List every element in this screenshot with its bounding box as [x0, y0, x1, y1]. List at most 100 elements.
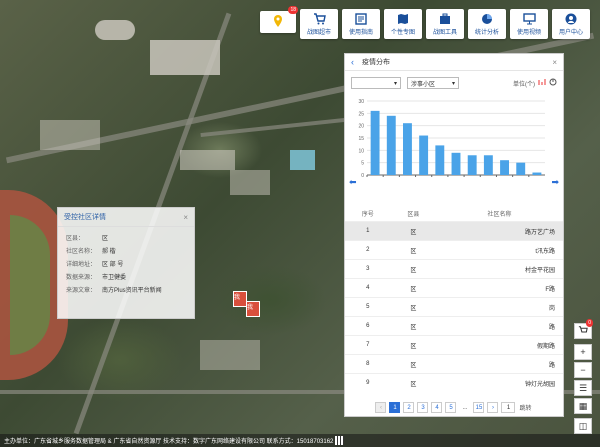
back-icon[interactable]: ‹: [351, 57, 354, 67]
cart-icon: [312, 12, 326, 25]
page-button[interactable]: 2: [403, 402, 415, 413]
toolbox-icon: [438, 13, 452, 25]
chart-bar[interactable]: [532, 172, 542, 175]
detail-value: 郝 楷: [102, 249, 116, 255]
arrow-left-icon[interactable]: ⬅: [349, 177, 357, 188]
chart-bar[interactable]: [483, 155, 493, 175]
page-jump-input[interactable]: 1: [501, 402, 516, 413]
table-row[interactable]: 6区路: [345, 316, 563, 336]
table-cell: 钟灯光胡园: [436, 373, 563, 392]
chart-bar[interactable]: [419, 135, 429, 175]
page-button[interactable]: 3: [417, 402, 429, 413]
pie-chart-icon[interactable]: [549, 78, 557, 88]
cart-badge: 0: [586, 319, 593, 327]
detail-row: 区县： 区: [58, 233, 194, 246]
toolbar-item-label: 战图工具: [432, 29, 457, 36]
table-cell: 路: [436, 354, 563, 374]
location-pin-icon: [271, 14, 285, 30]
toolbar-item-user[interactable]: 用户中心: [552, 9, 590, 39]
chevron-down-icon: ▾: [451, 80, 455, 87]
column-header: 社区名称: [487, 211, 512, 218]
prev-page-button[interactable]: ‹: [375, 402, 387, 413]
cart-button[interactable]: 0: [574, 319, 593, 339]
marker-label: 我: [234, 295, 241, 301]
type-select[interactable]: 涉事小区 ▾: [407, 77, 459, 89]
table-cell: 7: [345, 335, 391, 355]
table-cell: 路: [436, 316, 563, 336]
y-tick-label: 25: [358, 111, 364, 117]
map-building: [290, 150, 315, 170]
toolbar-item-statistics[interactable]: 统计分析: [468, 9, 506, 39]
toolbar-item-market[interactable]: 战图超市: [300, 9, 338, 39]
toolbar-item-custom-map[interactable]: 个性专图: [384, 9, 422, 39]
notification-badge: 18: [288, 6, 298, 14]
page-button[interactable]: 4: [431, 402, 443, 413]
bar-chart-icon[interactable]: [538, 78, 546, 88]
table-row[interactable]: 9 区钟灯光胡园: [345, 373, 563, 392]
table-row[interactable]: 4 区 F路: [345, 278, 563, 298]
toolbox-button[interactable]: ◫: [574, 418, 592, 434]
column-header: 序号: [361, 211, 374, 218]
table-cell: 9: [345, 373, 391, 392]
chart-bar[interactable]: [451, 152, 461, 175]
table-cell: 区: [390, 240, 437, 260]
table-row[interactable]: 8区路: [345, 354, 563, 374]
table-cell: 6: [345, 316, 391, 336]
toolbar-item-label: 使用视频: [516, 29, 541, 36]
close-icon[interactable]: ×: [183, 213, 188, 222]
chart-bar[interactable]: [403, 123, 412, 175]
chart-bar[interactable]: [435, 145, 445, 175]
map-building: [230, 170, 270, 195]
table-row[interactable]: 1 区路万艺广场: [345, 221, 563, 241]
toolbar-item-label: 用户中心: [558, 29, 583, 36]
location-button[interactable]: 18: [260, 6, 298, 33]
map-marker[interactable]: 我: [246, 301, 260, 317]
table-cell: 假期路: [436, 335, 563, 355]
toolbar-item-video[interactable]: 使用视频: [510, 9, 548, 39]
toolbox-icon: ◫: [578, 420, 588, 431]
toolbar-item-tools[interactable]: 战图工具: [426, 9, 464, 39]
detail-value: 南方Plus资讯平台新闻: [102, 288, 162, 294]
table-cell: 区: [390, 335, 437, 355]
table-row[interactable]: 5区岗: [345, 297, 563, 317]
qr-code-icon[interactable]: [335, 436, 345, 445]
chart-bar[interactable]: [500, 160, 509, 175]
chart-bar[interactable]: [467, 155, 477, 175]
arrow-right-icon[interactable]: ➡: [551, 177, 559, 188]
table-cell: 区: [390, 259, 437, 279]
community-table: 序号 区县 社区名称 1 区路万艺广场 2 区 t汛东路 3 区村金平花园 4 区 F路 5 区岗 6 区…: [345, 205, 563, 392]
table-row[interactable]: 2 区 t汛东路: [345, 240, 563, 260]
chart-bar[interactable]: [516, 162, 526, 175]
zoom-in-button[interactable]: +: [574, 344, 592, 360]
table-row[interactable]: 7 区假期路: [345, 335, 563, 355]
next-page-button[interactable]: ›: [487, 402, 499, 413]
panel-header: ‹ 疫情分布 ×: [345, 54, 563, 71]
unit-label: 单位(个): [513, 81, 535, 88]
basemap-button[interactable]: ▦: [574, 398, 592, 414]
toolbar-item-guide[interactable]: 使用指南: [342, 9, 380, 39]
table-cell: 8: [345, 354, 391, 374]
table-cell: 岗: [436, 297, 563, 317]
table-cell: 1: [345, 221, 391, 241]
bar-chart-svg: 0 5 10 15 20 25 30: [358, 99, 545, 179]
page-jump-button[interactable]: 跳转: [518, 402, 532, 413]
panel-title: 疫情分布: [362, 59, 390, 66]
page-button[interactable]: 5: [445, 402, 457, 413]
zoom-out-button[interactable]: −: [574, 362, 592, 378]
table-cell: 路万艺广场: [436, 221, 563, 241]
map-building: [95, 20, 135, 40]
page-button[interactable]: 15: [473, 402, 485, 413]
detail-key: 社区名称：: [66, 249, 97, 255]
close-icon[interactable]: ×: [552, 58, 557, 67]
layers-button[interactable]: ☰: [574, 380, 592, 396]
district-select[interactable]: ▾: [351, 77, 401, 89]
map-marker[interactable]: 我: [233, 291, 247, 307]
chart-bar[interactable]: [386, 115, 396, 175]
detail-key: 详细地址：: [66, 262, 97, 268]
monitor-icon: [522, 12, 536, 25]
page-button[interactable]: 1: [389, 402, 401, 413]
user-icon: [564, 13, 578, 25]
chart-bar[interactable]: [370, 110, 380, 175]
table-row[interactable]: 3 区村金平花园: [345, 259, 563, 279]
community-detail-popup: 受控社区详情 × 区县： 区 社区名称： 郝 楷 详细地址： 区 部 号 数据来源： 市…: [57, 207, 195, 319]
